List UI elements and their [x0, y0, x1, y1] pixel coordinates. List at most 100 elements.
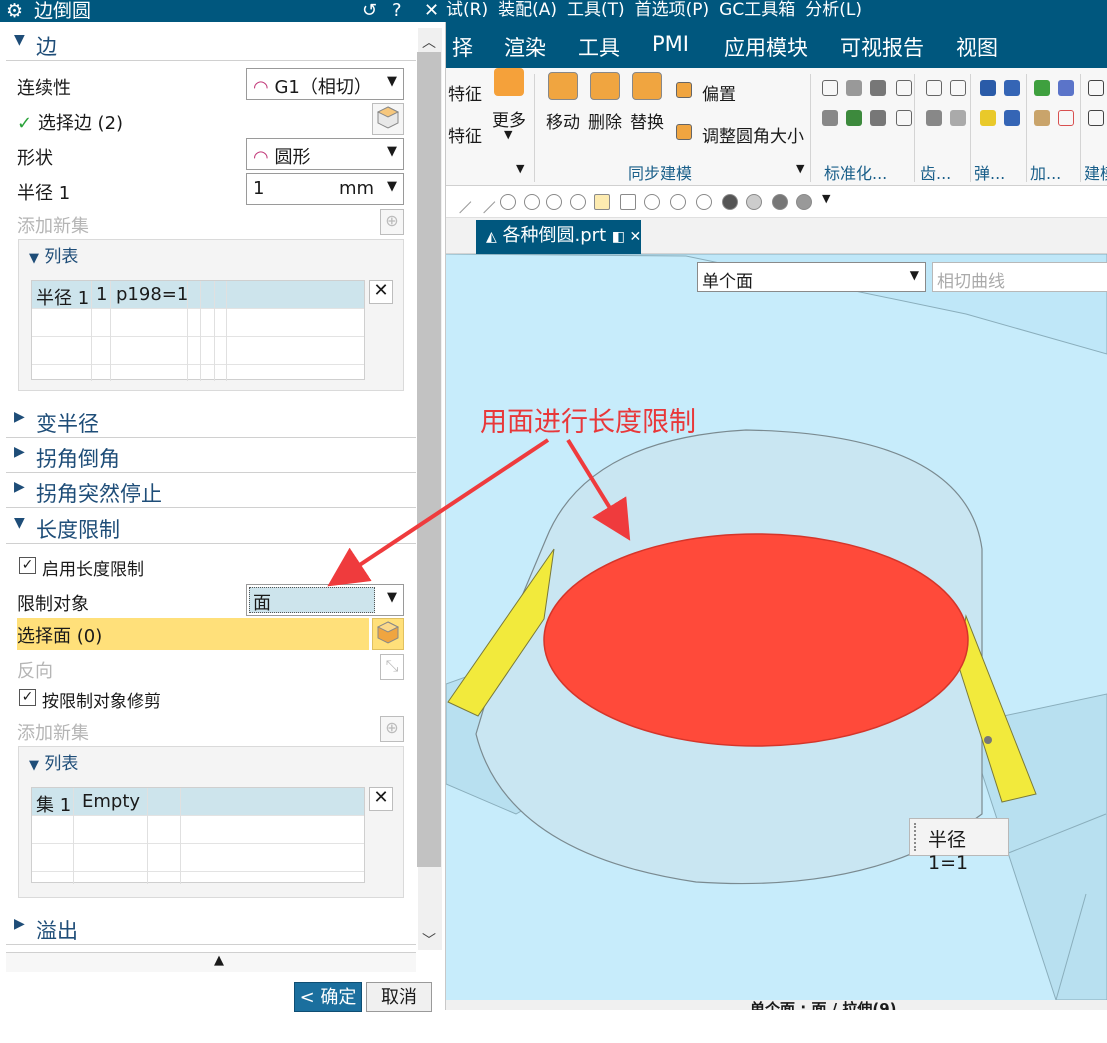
spring-icon[interactable] — [980, 80, 996, 96]
help-icon[interactable]: ? — [392, 0, 402, 22]
scroll-up-icon[interactable]: ︿ — [422, 32, 436, 52]
curve-rule-dropdown[interactable]: 相切曲线 — [932, 262, 1107, 292]
zoom-icon[interactable] — [570, 194, 586, 210]
scrollbar-thumb[interactable] — [417, 52, 441, 867]
line-icon[interactable] — [448, 190, 472, 214]
shaded-icon[interactable] — [722, 194, 738, 210]
replace-button[interactable]: 替换 — [630, 108, 664, 133]
enable-limit-checkbox[interactable]: ✓ — [19, 557, 36, 574]
gear-tool-icon[interactable] — [926, 110, 942, 126]
section-corner-stop[interactable]: ▶ 拐角突然停止 — [6, 476, 416, 508]
feature-button-2[interactable]: 特征 — [448, 122, 482, 147]
zoom-window-icon[interactable] — [620, 194, 636, 210]
add-set-plus-icon[interactable]: ⊕ — [380, 209, 404, 235]
section-edge[interactable]: ▼ 边 — [6, 29, 416, 61]
list-header-2[interactable]: ▼ 列表 — [29, 749, 78, 774]
section-corner-setback[interactable]: ▶ 拐角倒角 — [6, 441, 416, 473]
tool-icon[interactable] — [846, 110, 862, 126]
tab-pmi[interactable]: PMI — [652, 32, 689, 56]
tool-icon[interactable] — [896, 80, 912, 96]
tab-buttons[interactable]: ◧ ✕ — [612, 229, 641, 245]
menu-item[interactable]: 工具(T) — [567, 0, 625, 20]
tool-icon[interactable] — [870, 110, 886, 126]
select-face-cube-icon[interactable] — [372, 618, 404, 650]
menu-item[interactable]: 试(R) — [446, 0, 488, 20]
rotate-view-icon[interactable] — [644, 194, 660, 210]
tab-visual-report[interactable]: 可视报告 — [840, 32, 924, 62]
tab-tools[interactable]: 工具 — [578, 32, 620, 62]
move-button[interactable]: 移动 — [546, 108, 580, 133]
list-item[interactable] — [32, 309, 364, 337]
remove-icon[interactable]: ✕ — [369, 787, 393, 811]
list-item[interactable] — [32, 844, 364, 872]
gear-tool-icon[interactable] — [950, 80, 966, 96]
graphics-viewport[interactable]: 单个面 ▼ 相切曲线 用面进行长度限制 半径 1=1 — [446, 254, 1107, 1000]
select-edge-row[interactable]: ✓ 选择边 (2) — [17, 109, 123, 135]
add-icon[interactable] — [1058, 80, 1074, 96]
reverse-direction-icon[interactable]: ⤡ — [380, 654, 404, 680]
build-icon[interactable] — [1088, 110, 1104, 126]
point-icon[interactable] — [546, 194, 562, 210]
offset-button[interactable]: 偏置 — [702, 80, 736, 105]
add-icon[interactable] — [1034, 80, 1050, 96]
add-icon[interactable] — [1058, 110, 1074, 126]
select-edge-cube-icon[interactable] — [372, 103, 404, 135]
shaded-edges-icon[interactable] — [772, 194, 788, 210]
file-tab[interactable]: ◭ 各种倒圆.prt ◧ ✕ — [476, 220, 641, 254]
delete-button[interactable]: 删除 — [588, 108, 622, 133]
spring-icon[interactable] — [1004, 80, 1020, 96]
gear-tool-icon[interactable] — [950, 110, 966, 126]
tool-icon[interactable] — [870, 80, 886, 96]
section-length-limit[interactable]: ▼ 长度限制 — [6, 512, 416, 544]
reset-icon[interactable]: ↺ — [362, 0, 377, 22]
menu-item[interactable]: 装配(A) — [498, 0, 557, 20]
tab-select[interactable]: 择 — [452, 32, 473, 62]
spring-icon[interactable] — [980, 110, 996, 126]
list-header-1[interactable]: ▼ 列表 — [29, 242, 78, 267]
spring-icon[interactable] — [1004, 110, 1020, 126]
trim-by-limit-checkbox[interactable]: ✓ — [19, 689, 36, 706]
fit-view-icon[interactable] — [594, 194, 610, 210]
tool-icon[interactable] — [846, 80, 862, 96]
list-item[interactable] — [32, 337, 364, 365]
sphere-icon[interactable] — [746, 194, 762, 210]
close-icon[interactable]: ✕ — [424, 0, 439, 22]
tool-icon[interactable] — [822, 80, 838, 96]
cancel-button[interactable]: 取消 — [366, 982, 432, 1012]
list-item[interactable]: 半径 1 1 p198=1 — [32, 281, 364, 309]
resize-blend-button[interactable]: 调整圆角大小 — [702, 122, 804, 147]
remove-icon[interactable]: ✕ — [369, 280, 393, 304]
drag-grip-icon[interactable] — [914, 823, 918, 851]
gear-tool-icon[interactable] — [926, 80, 942, 96]
gear-icon[interactable]: ⚙ — [6, 0, 28, 22]
tab-app-modules[interactable]: 应用模块 — [724, 32, 808, 62]
scroll-down-icon[interactable]: ﹀ — [422, 930, 436, 950]
curve-icon[interactable] — [500, 194, 516, 210]
ok-button[interactable]: < 确定 > — [294, 982, 362, 1038]
chevron-down-icon[interactable]: ▼ — [822, 192, 830, 205]
list-item[interactable]: 集 1 Empty — [32, 788, 364, 816]
hidden-line-icon[interactable] — [696, 194, 712, 210]
section-overflow[interactable]: ▶ 溢出 — [6, 913, 416, 945]
tab-render[interactable]: 渲染 — [504, 32, 546, 62]
collapse-arrow-icon[interactable]: ▲ — [214, 953, 224, 968]
tool-icon[interactable] — [896, 110, 912, 126]
chevron-down-icon[interactable]: ▼ — [796, 162, 804, 175]
chevron-down-icon[interactable]: ▼ — [516, 162, 524, 175]
line-icon[interactable] — [472, 190, 496, 214]
menu-item[interactable]: 首选项(P) — [635, 0, 710, 20]
display-mode-icon[interactable] — [796, 194, 812, 210]
menu-item[interactable]: 分析(L) — [805, 0, 862, 20]
chevron-down-icon[interactable]: ▼ — [504, 128, 512, 141]
radius-input[interactable]: 1 mm ▼ — [246, 173, 404, 205]
menu-item[interactable]: GC工具箱 — [719, 0, 795, 20]
selection-filter-dropdown[interactable]: 单个面 ▼ — [697, 262, 926, 292]
add-icon[interactable] — [1034, 110, 1050, 126]
add-set-plus-icon[interactable]: ⊕ — [380, 716, 404, 742]
shape-dropdown[interactable]: ◠ 圆形 ▼ — [246, 138, 404, 170]
section-variable-radius[interactable]: ▶ 变半径 — [6, 406, 416, 438]
continuity-dropdown[interactable]: ◠ G1（相切） ▼ — [246, 68, 404, 100]
tab-view[interactable]: 视图 — [956, 32, 998, 62]
build-icon[interactable] — [1088, 80, 1104, 96]
limit-object-dropdown[interactable]: 面 ▼ — [246, 584, 404, 616]
